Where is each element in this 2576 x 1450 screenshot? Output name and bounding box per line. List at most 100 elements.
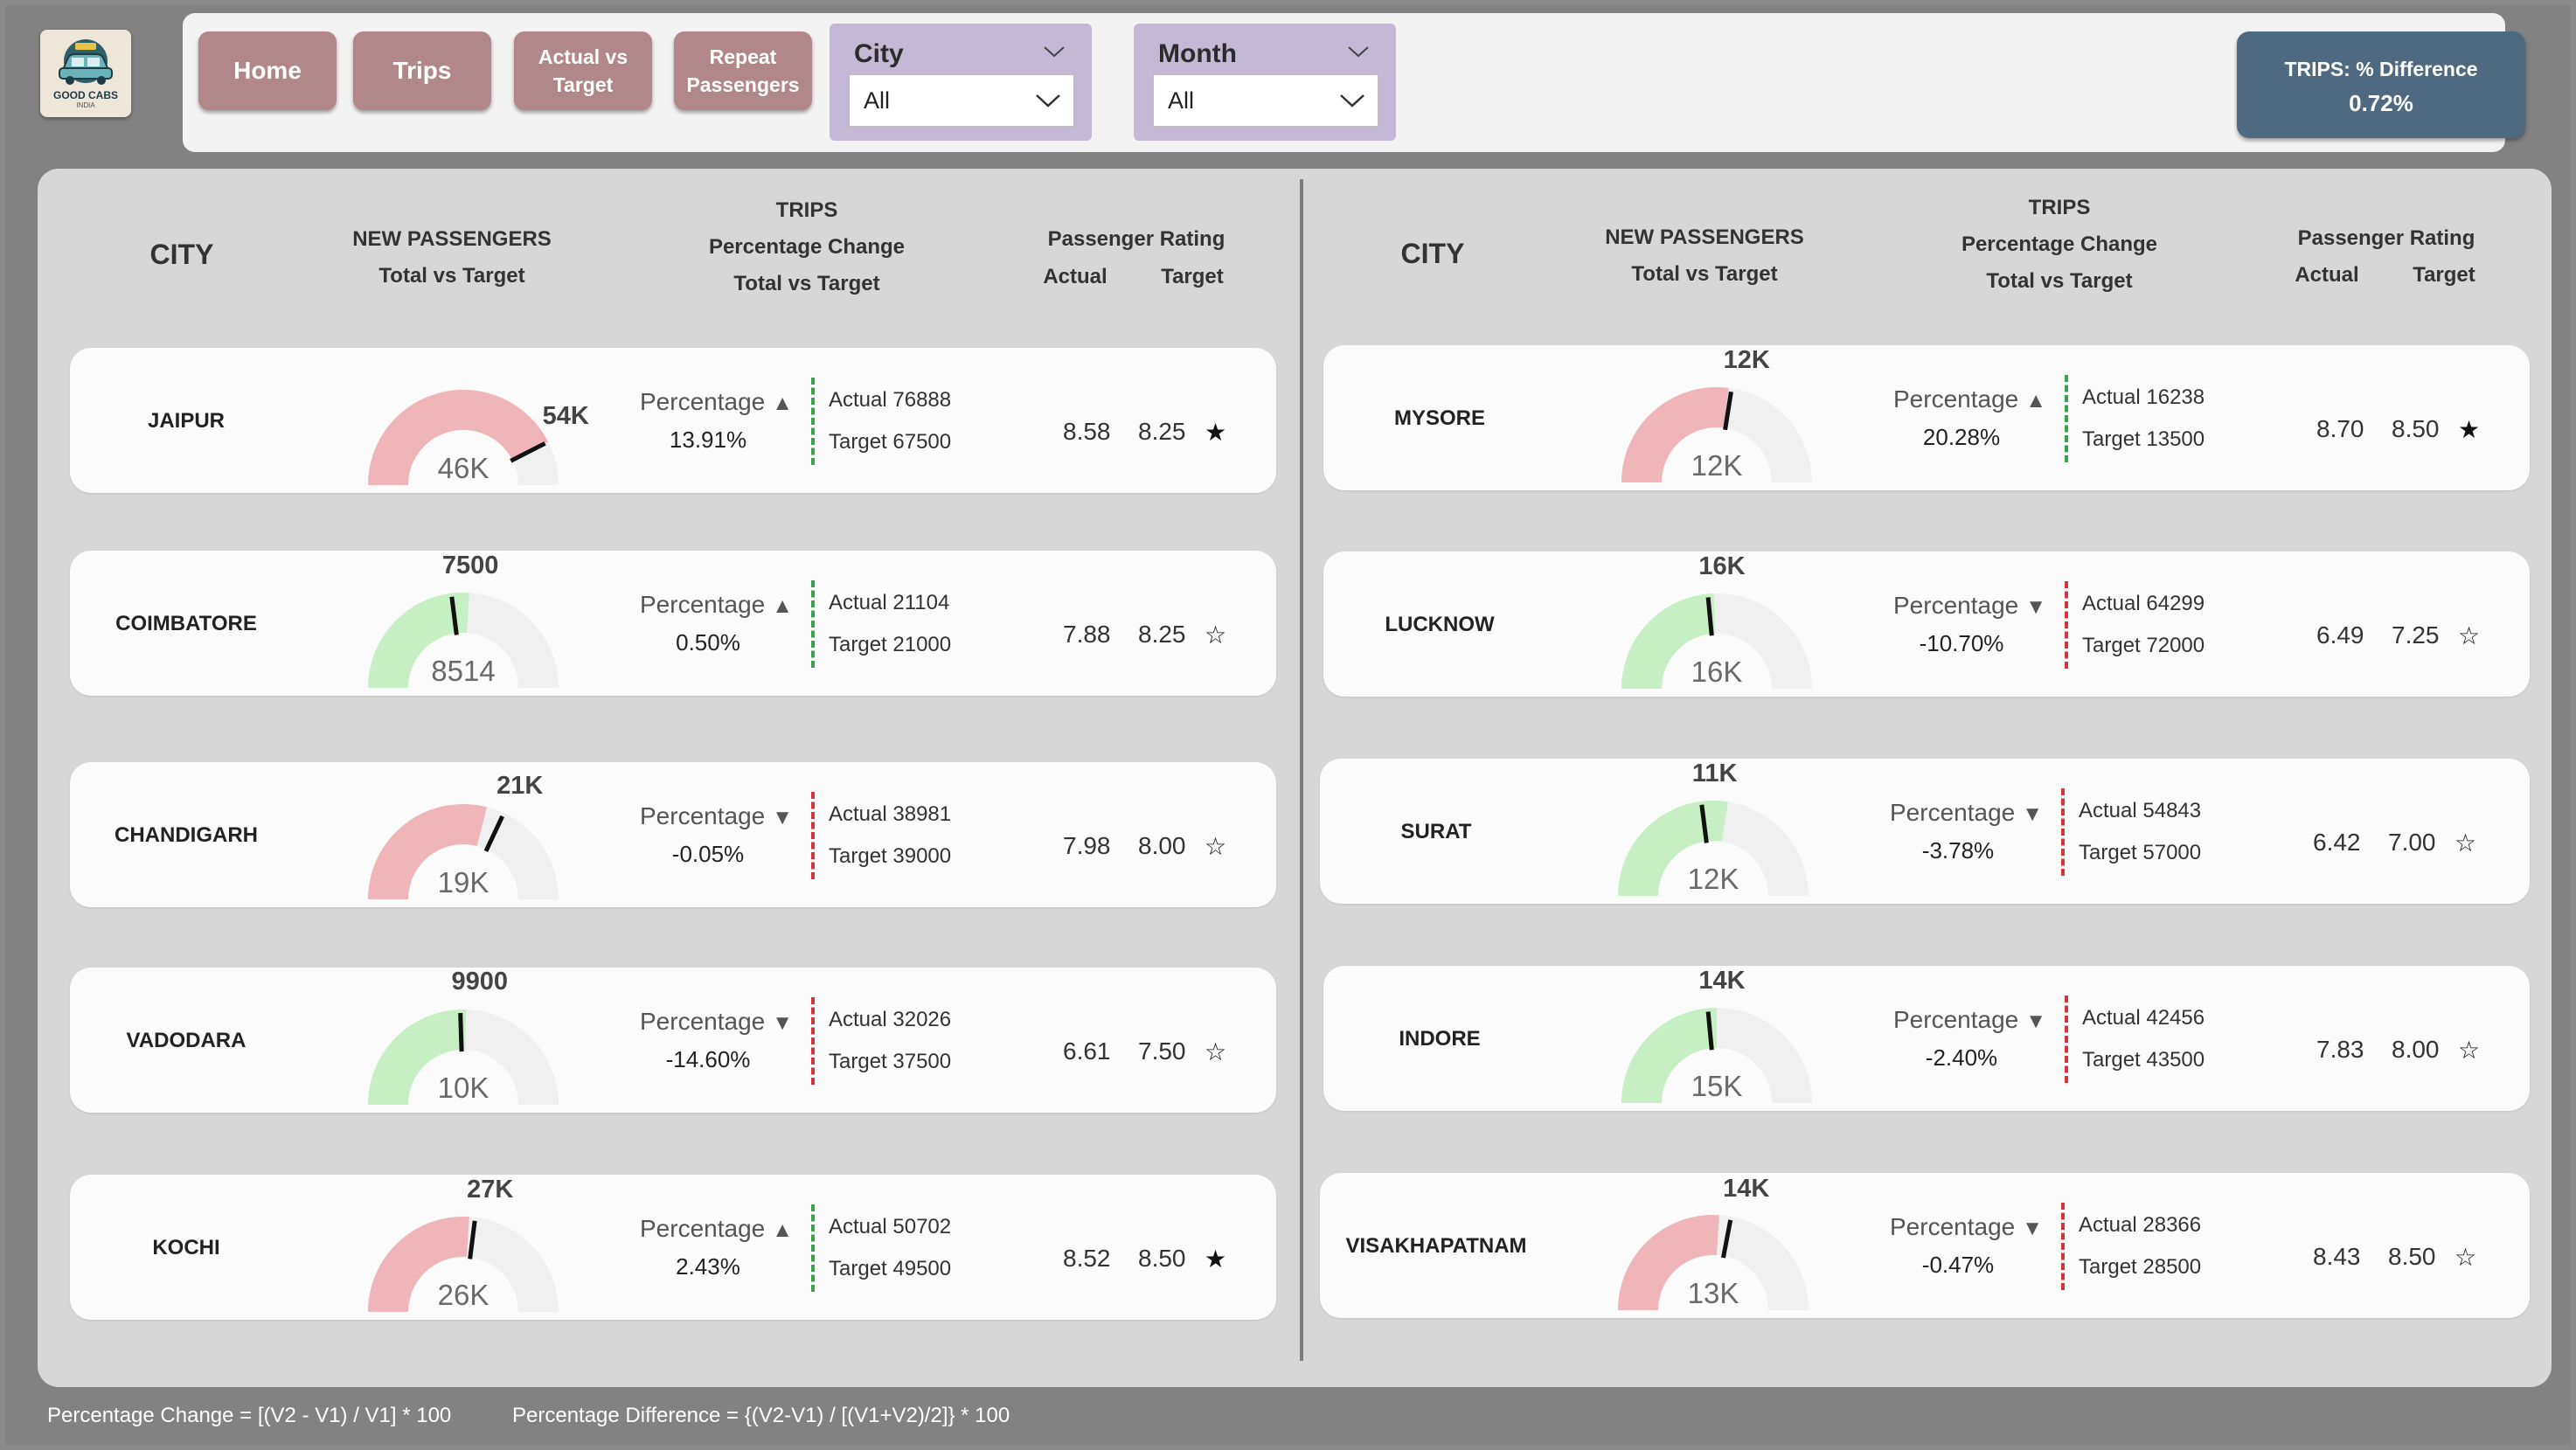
percentage-label: Percentage ▼: [1890, 1213, 2043, 1241]
triangle-up-icon: ▲: [772, 1218, 793, 1242]
header-rating-actual: Actual: [1043, 265, 1107, 288]
trips-actual: Actual 42456: [2082, 1006, 2205, 1030]
new-passengers-actual: 10K: [437, 1072, 490, 1104]
star-outline-icon: ☆: [2454, 829, 2477, 857]
triangle-down-icon: ▼: [2025, 595, 2046, 619]
percentage-change-value: 2.43%: [676, 1253, 740, 1280]
trips-actual-target: Actual 28366 Target 28500: [2079, 1204, 2201, 1288]
trips-actual: Actual 16238: [2082, 385, 2205, 409]
new-passengers-target: 7500: [441, 551, 499, 579]
trips-actual-target: Actual 38981 Target 39000: [829, 794, 951, 878]
rating-actual: 6.42: [2313, 829, 2361, 856]
new-passengers-target: 9900: [451, 968, 508, 996]
city-filter: City All: [830, 24, 1092, 141]
percentage-change-value: -0.47%: [1921, 1252, 1995, 1278]
taxi-icon: [59, 38, 113, 85]
percentage-label-text: Percentage: [640, 1008, 766, 1035]
month-dropdown[interactable]: All: [1153, 74, 1378, 127]
new-passengers-actual: 16K: [1691, 656, 1743, 688]
triangle-down-icon: ▼: [2022, 802, 2043, 826]
percentage-label: Percentage ▲: [1893, 385, 2046, 413]
trips-target: Target 72000: [2082, 634, 2205, 657]
rating-actual: 6.61: [1063, 1037, 1111, 1065]
repeat-passengers-button[interactable]: Repeat Passengers: [674, 31, 812, 110]
trips-target: Target 13500: [2082, 427, 2205, 451]
header-trips-subtitle2: Total vs Target: [1986, 269, 2133, 293]
chevron-down-icon: [1036, 94, 1060, 108]
new-passengers-target: 11K: [1691, 759, 1738, 787]
city-name: JAIPUR: [147, 409, 226, 433]
trips-actual-target: Actual 32026 Target 37500: [829, 999, 951, 1083]
city-name: COIMBATORE: [115, 612, 257, 635]
header-passenger-rating: Passenger Rating: [2273, 220, 2500, 257]
trips-actual: Actual 28366: [2079, 1213, 2202, 1237]
new-passengers-actual: 12K: [1691, 449, 1743, 482]
star-filled-icon: ★: [1205, 419, 1227, 446]
gauge-target-marker: [458, 1012, 464, 1052]
good-cabs-logo: GOOD CABS INDIA: [40, 30, 131, 117]
header-rating-actual: Actual: [2295, 263, 2359, 287]
rating-actual: 8.52: [1063, 1245, 1111, 1272]
percentage-label-text: Percentage: [640, 1215, 766, 1242]
percentage-label-text: Percentage: [640, 388, 766, 415]
rating-actual: 8.70: [2316, 415, 2364, 442]
trend-indicator-line: [811, 997, 815, 1085]
triangle-down-icon: ▼: [772, 806, 793, 829]
trips-actual-target: Actual 76888 Target 67500: [829, 379, 951, 463]
rating-actual: 8.58: [1063, 418, 1111, 445]
new-passengers-target: 27K: [467, 1175, 514, 1204]
city-dropdown[interactable]: All: [849, 74, 1074, 127]
repeat-passengers-label-line2: Passengers: [686, 73, 800, 96]
rating-target: 8.25: [1138, 418, 1186, 445]
new-passengers-actual: 26K: [437, 1279, 490, 1311]
logo-subtext: INDIA: [76, 101, 95, 109]
percentage-label-text: Percentage: [1893, 1006, 2019, 1033]
logo-text: GOOD CABS: [52, 88, 118, 101]
new-passengers-actual: 19K: [437, 866, 490, 898]
trend-indicator-line: [2065, 996, 2068, 1083]
trips-actual: Actual 54843: [2079, 799, 2202, 822]
percentage-change-value: -3.78%: [1921, 837, 1995, 864]
triangle-down-icon: ▼: [2025, 1009, 2046, 1033]
percentage-change-formula: Percentage Change = [(V2 - V1) / V1] * 1…: [47, 1404, 452, 1427]
header-trips-title: TRIPS: [2028, 196, 2091, 219]
trend-indicator-line: [811, 792, 815, 879]
trips-actual-target: Actual 42456 Target 43500: [2082, 997, 2205, 1081]
header-trips-subtitle: Percentage Change: [708, 235, 906, 259]
star-filled-icon: ★: [2458, 416, 2481, 443]
rating-actual: 8.43: [2313, 1243, 2361, 1270]
triangle-up-icon: ▲: [772, 392, 793, 415]
star-outline-icon: ☆: [2458, 1037, 2481, 1064]
new-passengers-actual: 12K: [1687, 863, 1739, 895]
header-trips-subtitle2: Total vs Target: [733, 272, 880, 295]
kpi-value: 0.72%: [2349, 90, 2413, 116]
collapse-chevron-icon[interactable]: [1347, 45, 1370, 59]
trips-target: Target 49500: [829, 1257, 952, 1280]
percentage-label-text: Percentage: [1890, 799, 2016, 826]
header-trips-title: TRIPS: [775, 198, 838, 222]
city-name: SURAT: [1400, 820, 1472, 843]
trips-actual: Actual 32026: [829, 1008, 952, 1031]
actual-vs-target-button[interactable]: Actual vs Target: [514, 31, 652, 110]
month-dropdown-value: All: [1168, 87, 1195, 114]
rating-target: 8.50: [2392, 415, 2440, 442]
new-passengers-target: 54K: [542, 401, 589, 430]
header-trips-subtitle: Percentage Change: [1961, 232, 2158, 256]
trend-indicator-line: [2065, 581, 2068, 669]
trips-actual: Actual 64299: [2082, 592, 2205, 615]
city-name: LUCKNOW: [1385, 613, 1495, 636]
percentage-label: Percentage ▼: [1893, 592, 2046, 620]
new-passengers-target: 14K: [1723, 1175, 1770, 1203]
trips-button[interactable]: Trips: [353, 31, 491, 110]
home-button[interactable]: Home: [198, 31, 337, 110]
triangle-up-icon: ▲: [2025, 389, 2046, 413]
percentage-label-text: Percentage: [640, 802, 766, 829]
percentage-label-text: Percentage: [1893, 385, 2019, 413]
header-new-passengers: NEW PASSENGERS Total vs Target: [321, 221, 583, 295]
trips-actual: Actual 38981: [829, 802, 952, 826]
trips-target: Target 21000: [829, 633, 952, 656]
triangle-down-icon: ▼: [2022, 1217, 2043, 1240]
collapse-chevron-icon[interactable]: [1043, 45, 1066, 59]
rating-actual: 7.98: [1063, 832, 1111, 859]
trips-actual-target: Actual 21104 Target 21000: [829, 582, 951, 666]
